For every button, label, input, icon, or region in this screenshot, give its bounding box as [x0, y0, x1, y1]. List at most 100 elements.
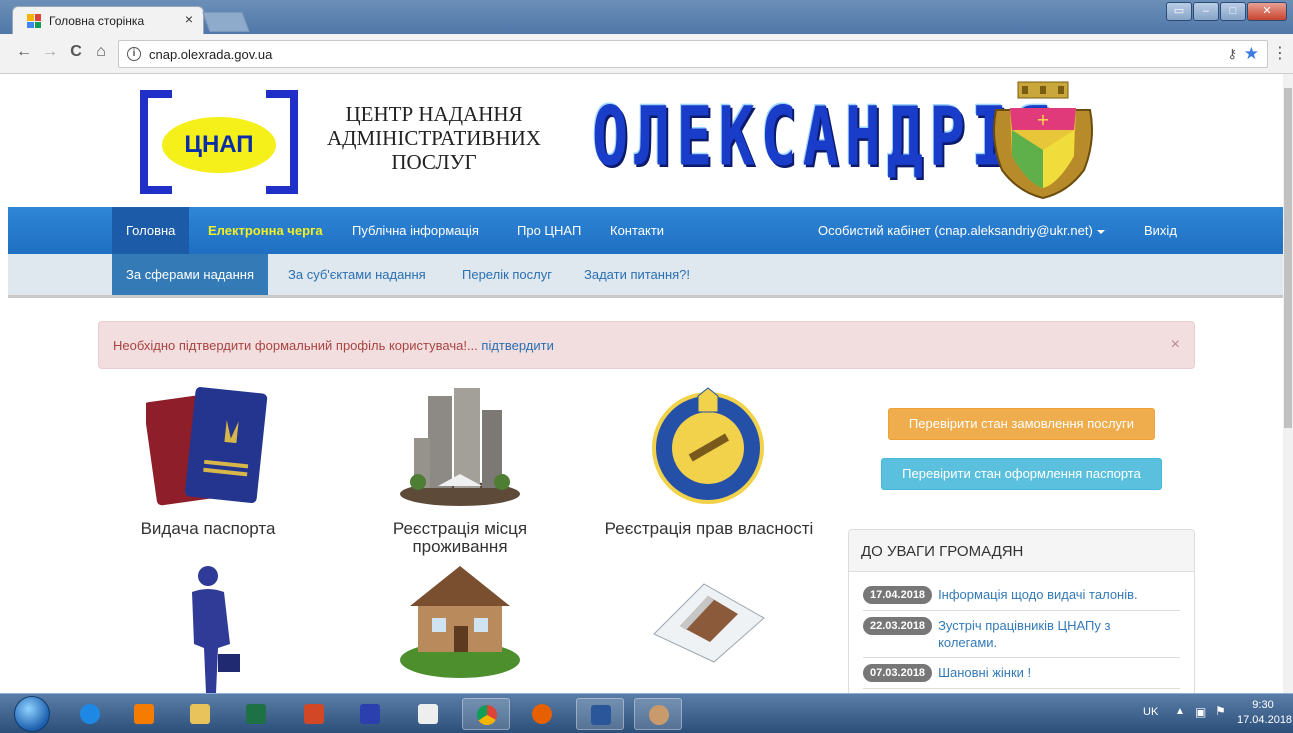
- news-item: 17.04.2018 Інформація щодо видачі талонів…: [863, 580, 1180, 611]
- explorer-taskbar-icon[interactable]: [176, 698, 224, 730]
- page-scrollbar[interactable]: [1283, 74, 1293, 693]
- logo-text: ЦНАП: [162, 117, 276, 173]
- media-taskbar-icon[interactable]: [120, 698, 168, 730]
- chrome-taskbar-icon[interactable]: [462, 698, 510, 730]
- news-date-badge: 17.04.2018: [863, 586, 933, 604]
- news-link[interactable]: Зустріч працівників ЦНАПу з колегами.: [938, 617, 1160, 651]
- nav-item-logout[interactable]: Вихід: [1130, 207, 1191, 254]
- menu-icon[interactable]: ⋮: [1270, 43, 1290, 63]
- alert-message: Необхідно підтвердити формальний профіль…: [113, 338, 482, 353]
- service-residence-registration[interactable]: Реєстрація місця проживання: [380, 386, 540, 568]
- restore-icon[interactable]: ▭: [1166, 2, 1192, 21]
- site-favicon-icon: [27, 14, 41, 28]
- service-business-person[interactable]: [160, 562, 256, 693]
- sub-nav: За сферами надання За суб'єктами надання…: [8, 254, 1283, 298]
- cnap-logo[interactable]: ЦНАП: [140, 90, 298, 194]
- page-content: ЦНАП ЦЕНТР НАДАННЯ АДМІНІСТРАТИВНИХ ПОСЛ…: [0, 74, 1283, 693]
- city-title: ОЛЕКСАНДРІЯ: [592, 90, 1056, 185]
- home-button[interactable]: ⌂: [91, 43, 111, 61]
- nav-item-public-info[interactable]: Публічна інформація: [338, 207, 493, 254]
- nav-item-home[interactable]: Головна: [112, 207, 190, 254]
- site-header: ЦНАП ЦЕНТР НАДАННЯ АДМІНІСТРАТИВНИХ ПОСЛ…: [0, 74, 1283, 208]
- news-date-badge: 07.03.2018: [863, 664, 933, 682]
- reload-button[interactable]: C: [66, 43, 86, 61]
- news-panel-title: ДО УВАГИ ГРОМАДЯН: [849, 530, 1194, 572]
- news-link[interactable]: Інформація щодо видачі талонів.: [938, 586, 1160, 603]
- system-tray: UK ▲ ▣ ⚑ 9:30 17.04.2018: [1113, 694, 1293, 733]
- coat-of-arms-icon: +: [993, 81, 1093, 200]
- nav-item-about[interactable]: Про ЦНАП: [503, 207, 595, 254]
- news-list: 17.04.2018 Інформація щодо видачі талонів…: [849, 572, 1194, 689]
- firefox-taskbar-icon[interactable]: [518, 698, 566, 730]
- back-button[interactable]: ←: [14, 43, 34, 61]
- star-icon[interactable]: ★: [1244, 44, 1259, 64]
- browser-tabstrip: Головна сторінка × ▭ – □ ✕: [0, 0, 1293, 34]
- subnav-item-by-subject[interactable]: За суб'єктами надання: [274, 254, 440, 295]
- new-tab-button[interactable]: [202, 12, 250, 32]
- confirm-link[interactable]: підтвердити: [481, 338, 553, 353]
- start-button[interactable]: [14, 696, 50, 732]
- profile-alert: Необхідно підтвердити формальний профіль…: [98, 321, 1195, 369]
- house-icon: [400, 566, 520, 678]
- save-taskbar-icon[interactable]: [346, 698, 394, 730]
- org-name: ЦЕНТР НАДАННЯ АДМІНІСТРАТИВНИХ ПОСЛУГ: [318, 102, 550, 174]
- excel-taskbar-icon[interactable]: [232, 698, 280, 730]
- nav-item-e-queue[interactable]: Електронна черга: [194, 207, 337, 254]
- alert-text: Необхідно підтвердити формальний профіль…: [113, 338, 554, 353]
- powerpoint-taskbar-icon[interactable]: [290, 698, 338, 730]
- check-passport-button[interactable]: Перевірити стан оформлення паспорта: [881, 458, 1162, 490]
- clock[interactable]: 9:30 17.04.2018: [1237, 698, 1293, 728]
- browser-toolbar: ← → C ⌂ i cnap.olexrada.gov.ua ⚷ ★ ⋮: [0, 34, 1293, 74]
- info-icon[interactable]: i: [127, 47, 141, 61]
- nav-item-contacts[interactable]: Контакти: [596, 207, 678, 254]
- show-hidden-icons-icon[interactable]: ▲: [1175, 706, 1185, 717]
- service-construction[interactable]: [650, 564, 766, 664]
- key-icon[interactable]: ⚷: [1227, 46, 1237, 62]
- nav-item-cabinet[interactable]: Особистий кабінет (cnap.aleksandriy@ukr.…: [804, 207, 1119, 254]
- service-label: Видача паспорта: [140, 519, 276, 538]
- solitaire-taskbar-icon[interactable]: [404, 698, 452, 730]
- alert-close-icon[interactable]: ×: [1171, 336, 1180, 354]
- tab-title: Головна сторінка: [49, 14, 145, 28]
- passport-icon: [146, 387, 268, 506]
- address-bar[interactable]: i cnap.olexrada.gov.ua ⚷ ★: [118, 40, 1268, 68]
- cabinet-label: Особистий кабінет (cnap.aleksandriy@ukr.…: [818, 223, 1093, 238]
- service-label: Реєстрація прав власності: [604, 519, 814, 538]
- main-nav: Головна Електронна черга Публічна інформ…: [8, 207, 1283, 254]
- users-taskbar-icon[interactable]: [634, 698, 682, 730]
- clock-date: 17.04.2018: [1237, 714, 1293, 726]
- subnav-item-services-list[interactable]: Перелік послуг: [448, 254, 566, 295]
- minimize-icon[interactable]: –: [1193, 2, 1219, 21]
- action-center-flag-icon[interactable]: ⚑: [1215, 704, 1226, 718]
- window-controls: ▭ – □ ✕: [1166, 2, 1287, 21]
- news-panel: ДО УВАГИ ГРОМАДЯН 17.04.2018 Інформація щ…: [848, 529, 1195, 693]
- maximize-icon[interactable]: □: [1220, 2, 1246, 21]
- svg-text:+: +: [1036, 110, 1049, 129]
- businessman-icon: [192, 566, 240, 693]
- url-text[interactable]: cnap.olexrada.gov.ua: [149, 47, 272, 62]
- forward-button[interactable]: →: [40, 43, 60, 61]
- clock-time: 9:30: [1252, 699, 1274, 711]
- language-indicator[interactable]: UK: [1143, 706, 1158, 718]
- ie-taskbar-icon[interactable]: [66, 698, 114, 730]
- service-passport[interactable]: Видача паспорта: [128, 386, 288, 546]
- news-item: 22.03.2018 Зустріч працівників ЦНАПу з ко…: [863, 611, 1180, 658]
- check-order-button[interactable]: Перевірити стан замовлення послуги: [888, 408, 1155, 440]
- news-link[interactable]: Шановні жінки !: [938, 664, 1160, 681]
- service-real-estate[interactable]: [398, 562, 522, 693]
- org-name-line: АДМІНІСТРАТИВНИХ: [327, 126, 541, 150]
- service-property-registration[interactable]: Реєстрація прав власності: [598, 386, 820, 546]
- service-label: Реєстрація місця проживання: [392, 519, 528, 556]
- network-icon[interactable]: ▣: [1195, 705, 1206, 719]
- house-blueprint-icon: [653, 583, 765, 663]
- word-taskbar-icon[interactable]: [576, 698, 624, 730]
- tab-close-icon[interactable]: ×: [185, 11, 193, 27]
- subnav-item-ask-question[interactable]: Задати питання?!: [570, 254, 704, 295]
- scrollbar-thumb[interactable]: [1284, 88, 1292, 428]
- windows-taskbar: UK ▲ ▣ ⚑ 9:30 17.04.2018: [0, 693, 1293, 733]
- subnav-item-by-sphere[interactable]: За сферами надання: [112, 254, 269, 295]
- browser-tab[interactable]: Головна сторінка ×: [12, 6, 204, 34]
- news-item: 07.03.2018 Шановні жінки !: [863, 658, 1180, 689]
- buildings-icon: [400, 388, 520, 506]
- close-window-icon[interactable]: ✕: [1247, 2, 1287, 21]
